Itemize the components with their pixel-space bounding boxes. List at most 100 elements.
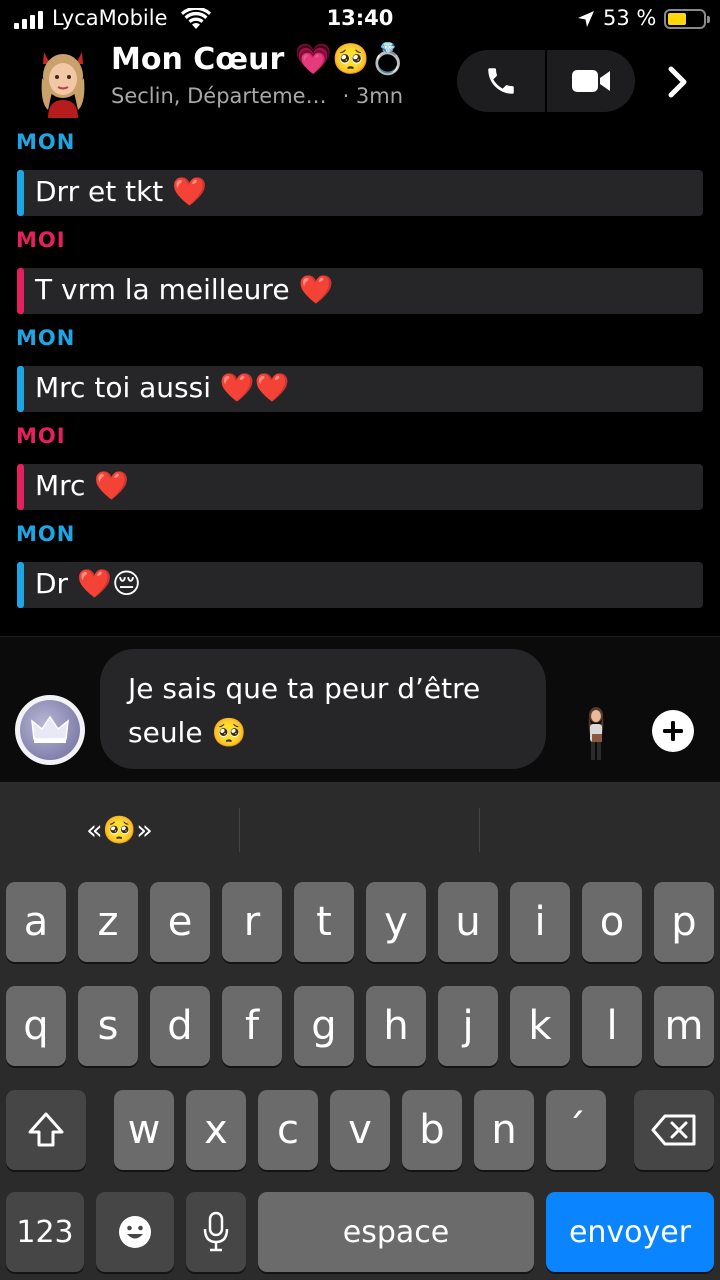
composer: Je sais que ta peur d’être seule 🥺 [0,636,720,782]
contact-location: Seclin, Départeme… [111,84,327,108]
key-t[interactable]: t [294,882,354,962]
key-label: o [599,899,625,945]
key-g[interactable]: g [294,986,354,1066]
key-l[interactable]: l [582,986,642,1066]
last-seen: · 3mn [342,84,404,108]
key-label: p [671,899,697,945]
key-accent[interactable]: ´ [546,1090,606,1170]
microphone-icon [203,1211,229,1252]
key-d[interactable]: d [150,986,210,1066]
shift-icon [28,1112,64,1147]
video-camera-icon [572,70,610,92]
key-z[interactable]: z [78,882,138,962]
key-label: k [528,1003,552,1049]
dictation-key[interactable] [186,1192,246,1272]
battery-percent: 53 % [603,6,657,30]
key-label: e [167,899,193,945]
key-y[interactable]: y [366,882,426,962]
key-h[interactable]: h [366,986,426,1066]
key-label: v [348,1107,372,1153]
key-e[interactable]: e [150,882,210,962]
key-k[interactable]: k [510,986,570,1066]
key-f[interactable]: f [222,986,282,1066]
contact-name[interactable]: Mon Cœur 💗🥺💍 [111,42,407,77]
key-s[interactable]: s [78,986,138,1066]
space-key[interactable]: espace [258,1192,534,1272]
location-arrow-icon [578,11,594,27]
message-text: Dr ❤️😔 [35,567,142,600]
message-bubble[interactable]: Mrc toi aussi ❤️❤️ [17,366,703,412]
phone-icon [488,68,514,94]
suggestion-item[interactable] [240,782,479,878]
keyboard: «🥺» a z e r t y u i o p q s d f g h j k … [0,782,720,1280]
key-label: d [167,1003,193,1049]
key-j[interactable]: j [438,986,498,1066]
message-bubble[interactable]: Drr et tkt ❤️ [17,170,703,216]
key-u[interactable]: u [438,882,498,962]
add-attachment-button[interactable] [652,710,694,752]
call-button-group [457,50,635,112]
message-text: Mrc toi aussi ❤️❤️ [35,371,290,404]
key-label: g [311,1003,337,1049]
chevron-right-button[interactable] [660,64,696,100]
video-call-button[interactable] [547,50,635,112]
suggestion-bar: «🥺» [0,782,720,878]
key-v[interactable]: v [330,1090,390,1170]
contact-location-line: Seclin, Départeme… · 3mn [111,84,403,108]
voice-call-button[interactable] [457,50,545,112]
contact-avatar[interactable] [34,48,92,118]
key-label: x [204,1107,228,1153]
key-label: z [97,899,119,945]
key-label: u [455,899,481,945]
message-bubble[interactable]: Dr ❤️😔 [17,562,703,608]
key-label: a [23,899,49,945]
key-label: l [606,1003,618,1049]
key-label: y [384,899,408,945]
key-o[interactable]: o [582,882,642,962]
key-label: s [97,1003,119,1049]
key-label: j [462,1003,474,1049]
key-label: espace [342,1214,450,1250]
status-bar: LycaMobile 13:40 53 % [0,0,720,40]
bitmoji-figure-icon[interactable] [580,706,612,764]
emoji-icon [119,1216,151,1248]
backspace-key[interactable] [634,1090,714,1170]
message-text: Mrc ❤️ [35,469,130,502]
numbers-key[interactable]: 123 [6,1192,84,1272]
message-sender: MOI [16,424,66,448]
key-r[interactable]: r [222,882,282,962]
message-text: T vrm la meilleure ❤️ [35,273,334,306]
key-w[interactable]: w [114,1090,174,1170]
key-label: b [419,1107,445,1153]
chat-header: Mon Cœur 💗🥺💍 Seclin, Départeme… · 3mn [0,40,720,124]
key-a[interactable]: a [6,882,66,962]
message-bubble[interactable]: T vrm la meilleure ❤️ [17,268,703,314]
key-label: i [534,899,546,945]
message-text: Drr et tkt ❤️ [35,175,208,208]
key-m[interactable]: m [654,986,714,1066]
key-label: f [244,1003,260,1049]
message-bubble[interactable]: Mrc ❤️ [17,464,703,510]
key-b[interactable]: b [402,1090,462,1170]
emoji-key[interactable] [96,1192,174,1272]
key-c[interactable]: c [258,1090,318,1170]
message-sender: MON [16,130,76,154]
key-p[interactable]: p [654,882,714,962]
key-label: t [316,899,332,945]
key-label: n [491,1107,517,1153]
suggestion-item[interactable] [480,782,720,878]
message-sender: MOI [16,228,66,252]
suggestion-item[interactable]: «🥺» [0,782,239,878]
message-input-text: Je sais que ta peur d’être seule 🥺 [128,672,481,749]
shift-key[interactable] [6,1090,86,1170]
send-key[interactable]: envoyer [546,1192,714,1272]
key-i[interactable]: i [510,882,570,962]
key-x[interactable]: x [186,1090,246,1170]
key-label: m [664,1003,704,1049]
key-n[interactable]: n [474,1090,534,1170]
key-label: q [23,1003,49,1049]
key-label: w [127,1107,161,1153]
message-input[interactable]: Je sais que ta peur d’être seule 🥺 [100,649,546,769]
key-q[interactable]: q [6,986,66,1066]
bitmoji-button[interactable] [15,695,85,765]
